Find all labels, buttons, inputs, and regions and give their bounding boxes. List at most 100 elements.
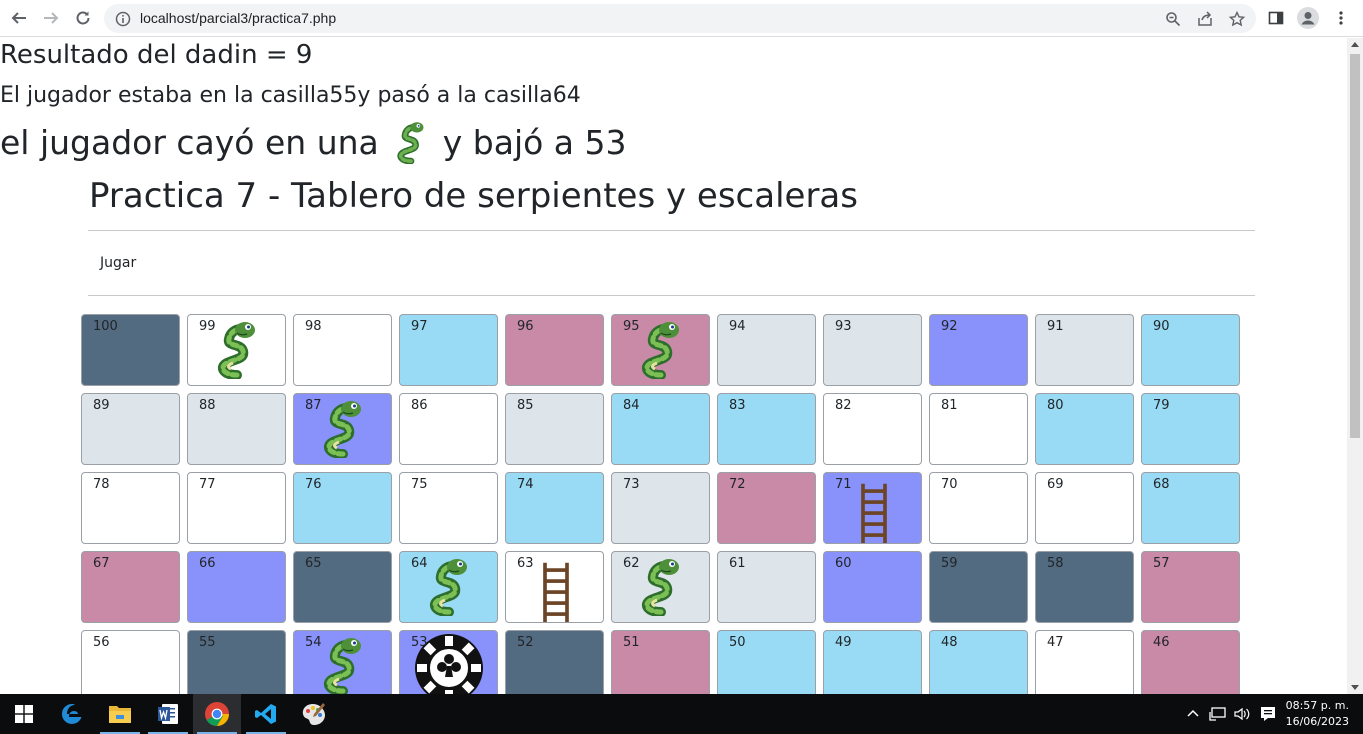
board-cell-50: 50 xyxy=(717,630,816,694)
scroll-down-arrow-icon[interactable] xyxy=(1351,685,1359,690)
cell-number: 90 xyxy=(1153,319,1170,334)
board-cell-79: 79 xyxy=(1141,393,1240,465)
board-cell-64: 64 xyxy=(399,551,498,623)
board-cell-46: 46 xyxy=(1141,630,1240,694)
cell-number: 60 xyxy=(835,556,852,571)
cell-number: 78 xyxy=(93,477,110,492)
share-icon[interactable] xyxy=(1195,9,1215,29)
board-cell-60: 60 xyxy=(823,551,922,623)
board-cell-94: 94 xyxy=(717,314,816,386)
board-cell-96: 96 xyxy=(505,314,604,386)
play-link[interactable]: Jugar xyxy=(100,255,136,271)
dice-result-text: Resultado del dadin = 9 xyxy=(0,40,313,70)
menu-kebab-icon[interactable] xyxy=(1329,6,1353,30)
taskbar-edge[interactable] xyxy=(48,694,96,734)
board-cell-98: 98 xyxy=(293,314,392,386)
cell-number: 84 xyxy=(623,398,640,413)
board-cell-89: 89 xyxy=(81,393,180,465)
cell-number: 66 xyxy=(199,556,216,571)
cell-number: 61 xyxy=(729,556,746,571)
volume-icon[interactable] xyxy=(1233,706,1251,722)
snake-icon xyxy=(217,322,255,379)
windows-logo-icon xyxy=(15,705,33,723)
board-cell-84: 84 xyxy=(611,393,710,465)
profile-avatar-icon[interactable] xyxy=(1296,6,1320,30)
board-cell-95: 95 xyxy=(611,314,710,386)
taskbar-word[interactable] xyxy=(144,694,192,734)
edge-icon xyxy=(61,703,82,724)
board-cell-65: 65 xyxy=(293,551,392,623)
network-icon[interactable] xyxy=(1209,706,1227,722)
taskbar-file-explorer[interactable] xyxy=(96,694,144,734)
taskbar-vscode[interactable] xyxy=(242,694,290,734)
page-scrollbar[interactable] xyxy=(1347,38,1363,694)
cell-number: 51 xyxy=(623,635,640,650)
cell-number: 75 xyxy=(411,477,428,492)
cell-number: 100 xyxy=(93,319,118,334)
scroll-up-arrow-icon[interactable] xyxy=(1351,42,1359,47)
board-cell-47: 47 xyxy=(1035,630,1134,694)
cell-number: 64 xyxy=(411,556,428,571)
cell-number: 62 xyxy=(623,556,640,571)
start-button[interactable] xyxy=(0,694,48,734)
back-arrow-icon xyxy=(11,12,26,24)
board-cell-70: 70 xyxy=(929,472,1028,544)
board-cell-71: 71 xyxy=(823,472,922,544)
bookmark-star-icon[interactable] xyxy=(1227,9,1247,29)
cell-number: 93 xyxy=(835,319,852,334)
board-cell-57: 57 xyxy=(1141,551,1240,623)
address-bar[interactable]: localhost/parcial3/practica7.php xyxy=(104,4,1256,33)
board-cell-54: 54 xyxy=(293,630,392,694)
snake-event-suffix: y bajó a 53 xyxy=(442,122,627,162)
board-cell-90: 90 xyxy=(1141,314,1240,386)
cell-number: 74 xyxy=(517,477,534,492)
scrollbar-thumb[interactable] xyxy=(1350,54,1360,438)
divider-bottom xyxy=(88,295,1255,296)
board-cell-66: 66 xyxy=(187,551,286,623)
cell-number: 55 xyxy=(199,635,216,650)
cell-number: 57 xyxy=(1153,556,1170,571)
side-panel-icon[interactable] xyxy=(1264,6,1288,30)
board-cell-69: 69 xyxy=(1035,472,1134,544)
board-cell-74: 74 xyxy=(505,472,604,544)
cell-number: 86 xyxy=(411,398,428,413)
zoom-icon[interactable] xyxy=(1163,9,1183,29)
cell-number: 63 xyxy=(517,556,534,571)
board-cell-61: 61 xyxy=(717,551,816,623)
cell-number: 92 xyxy=(941,319,958,334)
taskbar-paint[interactable] xyxy=(290,694,338,734)
board-cell-51: 51 xyxy=(611,630,710,694)
snake-event-text: el jugador cayó en una y bajó a 53 xyxy=(0,120,627,164)
board-cell-53: 53 xyxy=(399,630,498,694)
back-button[interactable] xyxy=(7,6,31,30)
taskbar-chrome[interactable] xyxy=(193,694,241,734)
url-text[interactable]: localhost/parcial3/practica7.php xyxy=(140,10,336,26)
cell-number: 87 xyxy=(305,398,322,413)
board-cell-58: 58 xyxy=(1035,551,1134,623)
board-cell-49: 49 xyxy=(823,630,922,694)
board-cell-52: 52 xyxy=(505,630,604,694)
site-info-icon[interactable] xyxy=(113,9,133,29)
board-cell-81: 81 xyxy=(929,393,1028,465)
clock-time: 08:57 p. m. xyxy=(1285,699,1349,712)
forward-button[interactable] xyxy=(39,6,63,30)
cell-number: 67 xyxy=(93,556,110,571)
cell-number: 56 xyxy=(93,635,110,650)
cell-number: 49 xyxy=(835,635,852,650)
cell-number: 72 xyxy=(729,477,746,492)
cell-number: 46 xyxy=(1153,635,1170,650)
notification-icon[interactable] xyxy=(1259,705,1277,723)
cell-number: 95 xyxy=(623,319,640,334)
snake-icon xyxy=(323,401,361,458)
vscode-icon xyxy=(255,704,276,724)
board-cell-88: 88 xyxy=(187,393,286,465)
forward-arrow-icon xyxy=(44,12,59,24)
cell-number: 71 xyxy=(835,477,852,492)
cell-number: 73 xyxy=(623,477,640,492)
chevron-up-icon[interactable] xyxy=(1186,707,1200,721)
reload-button[interactable] xyxy=(71,6,95,30)
cell-number: 91 xyxy=(1047,319,1064,334)
board-cell-93: 93 xyxy=(823,314,922,386)
cell-number: 82 xyxy=(835,398,852,413)
system-clock[interactable]: 08:57 p. m. 16/06/2023 xyxy=(1286,698,1349,730)
